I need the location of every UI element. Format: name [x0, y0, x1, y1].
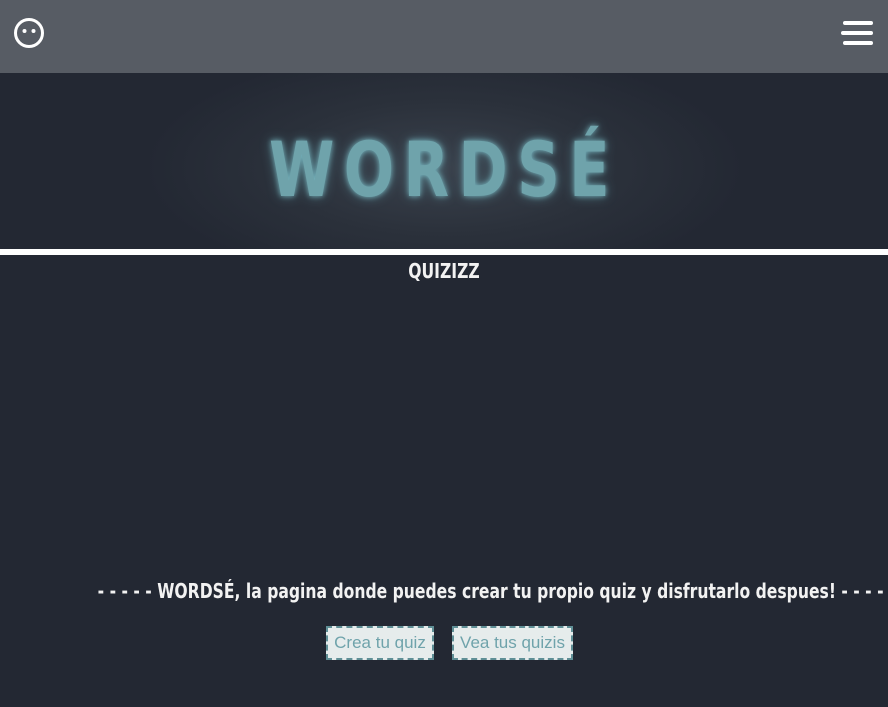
face-icon[interactable] [13, 17, 45, 49]
top-bar [0, 0, 888, 73]
page-subtitle: QUIZIZZ [408, 259, 480, 283]
tagline: - - - - - WORDSÉ, la pagina donde puedes… [97, 579, 888, 603]
divider [0, 249, 888, 255]
create-quiz-button[interactable]: Crea tu quiz [326, 626, 434, 660]
menu-icon[interactable] [840, 19, 874, 47]
view-quizzes-button[interactable]: Vea tus quizis [452, 626, 573, 660]
site-logo: WORDSÉ [268, 125, 619, 214]
hero-banner: WORDSÉ [0, 73, 888, 249]
